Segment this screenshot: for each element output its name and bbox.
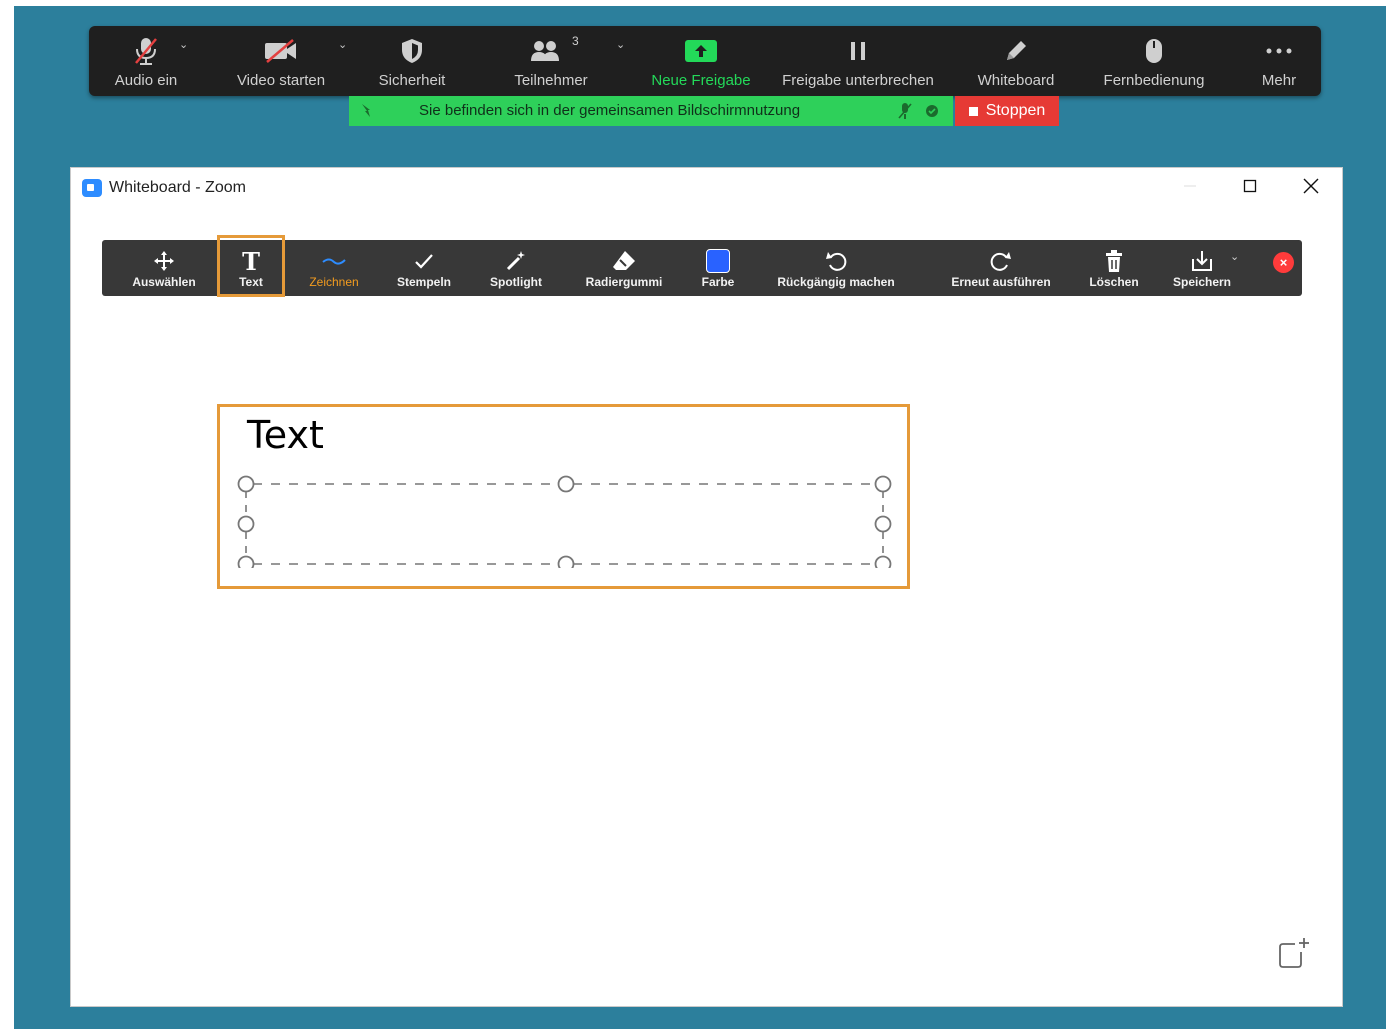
tool-undo-label: Rückgängig machen (777, 275, 895, 289)
close-whiteboard-icon[interactable]: × (1273, 252, 1294, 273)
title-bar[interactable]: Whiteboard - Zoom (71, 168, 1342, 208)
tool-draw[interactable]: Zeichnen (302, 240, 366, 296)
resize-handle-bottom-center (557, 555, 575, 568)
checkmark-icon (413, 247, 435, 275)
resize-handle-top-center (557, 475, 575, 493)
tool-eraser-label: Radiergummi (585, 275, 663, 289)
tool-redo[interactable]: Erneut ausführen (946, 240, 1056, 296)
tool-text-label: Text (239, 275, 263, 289)
move-arrows-icon (152, 247, 176, 275)
stop-share-label: Stoppen (985, 102, 1046, 119)
stop-square-icon (968, 106, 978, 116)
remote-control-label: Fernbedienung (1103, 72, 1205, 89)
add-page-icon (1275, 938, 1311, 976)
video-off-icon (263, 34, 299, 68)
whiteboard-label: Whiteboard (977, 72, 1055, 89)
close-icon (1303, 178, 1319, 199)
window-title: Whiteboard - Zoom (109, 179, 246, 196)
new-page-button[interactable] (1275, 936, 1311, 972)
pen-icon (1003, 34, 1029, 68)
muted-microphone-icon (132, 34, 160, 68)
pause-share-button[interactable]: Freigabe unterbrechen (775, 26, 941, 96)
save-download-icon (1190, 247, 1214, 275)
minimize-icon (1183, 179, 1197, 198)
drag-handle-icon[interactable] (358, 101, 376, 124)
shield-icon (400, 34, 424, 68)
security-label: Sicherheit (378, 72, 446, 89)
zoom-app-icon (82, 179, 102, 197)
redo-icon (989, 247, 1013, 275)
new-share-button[interactable]: Neue Freigabe (645, 26, 757, 96)
resize-handle-top-right (874, 475, 892, 493)
text-selection-frame[interactable] (231, 458, 901, 568)
tool-stamp[interactable]: Stempeln (390, 240, 458, 296)
tool-spotlight-label: Spotlight (490, 275, 542, 289)
participants-button[interactable]: Teilnehmer (501, 26, 601, 96)
video-button[interactable]: Video starten (231, 26, 331, 96)
close-button[interactable] (1291, 174, 1331, 202)
stop-share-button[interactable]: Stoppen (955, 96, 1059, 126)
tool-eraser[interactable]: Radiergummi (580, 240, 668, 296)
more-button[interactable]: Mehr (1247, 26, 1311, 96)
tool-draw-label: Zeichnen (309, 275, 359, 289)
resize-handle-top-left (237, 475, 255, 493)
resize-handle-bottom-right (874, 555, 892, 568)
sharing-status-text: Sie befinden sich in der gemeinsamen Bil… (419, 102, 801, 119)
audio-options-chevron-icon[interactable]: ⌄ (179, 38, 188, 51)
tool-select-label: Auswählen (132, 275, 196, 289)
meeting-toolbar: Audio ein ⌄ Video starten ⌄ Sicherheit T… (89, 26, 1321, 96)
save-options-chevron-icon[interactable]: ⌄ (1230, 250, 1239, 263)
tool-redo-label: Erneut ausführen (951, 275, 1051, 289)
magic-wand-icon (504, 247, 528, 275)
new-share-label: Neue Freigabe (651, 72, 751, 89)
tool-save-label: Speichern (1172, 275, 1232, 289)
whiteboard-toolbar: Auswählen T Text Zeichnen Stempeln Spotl… (102, 240, 1302, 296)
muted-microphone-small-icon[interactable] (898, 102, 912, 125)
more-icon (1264, 34, 1294, 68)
tool-color-label: Farbe (701, 275, 735, 289)
more-label: Mehr (1261, 72, 1297, 89)
participant-count: 3 (572, 34, 579, 48)
whiteboard-window: Whiteboard - Zoom Auswählen T Text Zeich… (71, 168, 1342, 1006)
resize-handle-middle-right (874, 515, 892, 533)
tool-spotlight[interactable]: Spotlight (482, 240, 550, 296)
trash-icon (1103, 247, 1125, 275)
participants-icon (529, 34, 573, 68)
tool-clear[interactable]: Löschen (1086, 240, 1142, 296)
tool-text[interactable]: T Text (220, 240, 282, 296)
audio-label: Audio ein (114, 72, 178, 89)
video-options-chevron-icon[interactable]: ⌄ (338, 38, 347, 51)
remote-control-button[interactable]: Fernbedienung (1094, 26, 1214, 96)
security-button[interactable]: Sicherheit (367, 26, 457, 96)
tool-clear-label: Löschen (1089, 275, 1139, 289)
resize-handle-bottom-left (237, 555, 255, 568)
video-label: Video starten (236, 72, 326, 89)
tool-select[interactable]: Auswählen (130, 240, 198, 296)
resize-handle-middle-left (237, 515, 255, 533)
audio-button[interactable]: Audio ein (101, 26, 191, 96)
whiteboard-canvas[interactable]: Text (71, 308, 1342, 1006)
share-screen-icon (684, 34, 718, 68)
participants-label: Teilnehmer (514, 72, 588, 89)
canvas-text-object[interactable]: Text (247, 413, 324, 457)
mouse-icon (1144, 34, 1164, 68)
color-swatch-icon (706, 247, 730, 275)
tool-stamp-label: Stempeln (396, 275, 451, 289)
whiteboard-button[interactable]: Whiteboard (968, 26, 1064, 96)
tool-save[interactable]: Speichern (1168, 240, 1236, 296)
squiggle-line-icon (321, 247, 347, 275)
security-shield-small-icon[interactable] (925, 104, 939, 123)
tool-undo[interactable]: Rückgängig machen (774, 240, 898, 296)
pause-share-label: Freigabe unterbrechen (782, 72, 934, 89)
maximize-button[interactable] (1230, 174, 1270, 202)
text-t-icon: T (242, 246, 260, 276)
participants-options-chevron-icon[interactable]: ⌄ (616, 38, 625, 51)
pause-icon (846, 34, 870, 68)
tool-color[interactable]: Farbe (692, 240, 744, 296)
minimize-button[interactable] (1170, 174, 1210, 202)
sharing-status-banner: Sie befinden sich in der gemeinsamen Bil… (349, 96, 953, 126)
maximize-icon (1243, 179, 1257, 198)
undo-icon (824, 247, 848, 275)
eraser-icon (611, 247, 637, 275)
